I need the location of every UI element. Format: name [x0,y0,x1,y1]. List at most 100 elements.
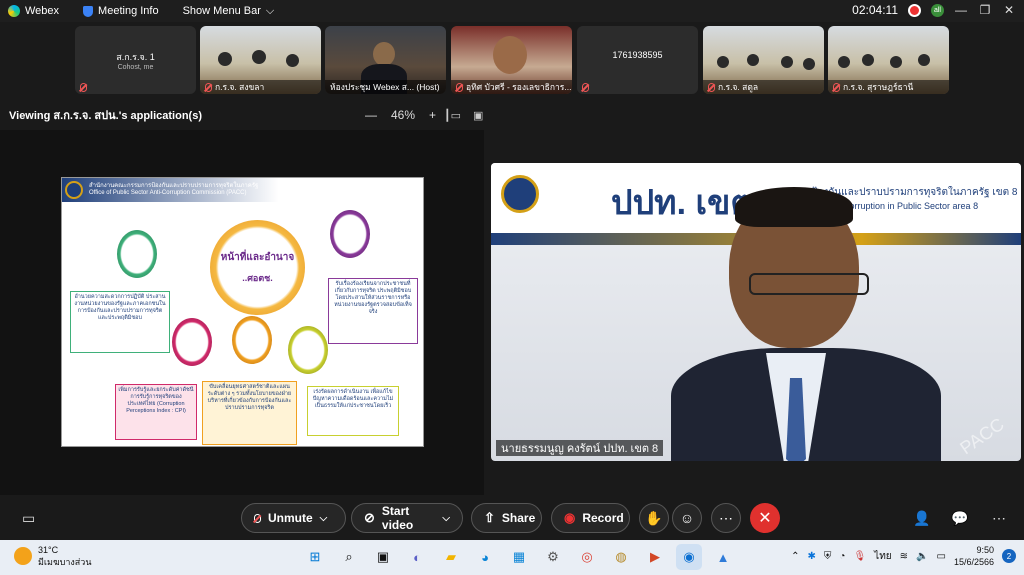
text-box-cpi: เพิ่มการรับรู้และยกระดับค่าดัชนีการรับรู… [115,384,197,440]
participant-tile[interactable]: ส.ก.ร.จ. 1 Cohost, me [75,26,196,94]
muted-mic-icon [708,82,715,92]
seal-app-icon[interactable]: ◍ [608,544,634,570]
bluetooth-icon[interactable]: ✱ [808,551,816,562]
close-window-button[interactable]: ✕ [1002,3,1016,17]
meeting-timer: 02:04:11 [852,3,898,17]
more-panels-icon[interactable]: ⋯ [992,510,1006,527]
muted-mic-icon [833,82,840,92]
slide-header: สำนักงานคณะกรรมการป้องกันและปราบปรามการท… [62,178,423,202]
language-indicator[interactable]: ไทย [874,549,891,564]
reactions-button[interactable]: ☺ [672,503,702,533]
audio-connection-icon[interactable]: all [931,3,944,17]
participant-name: ห้องประชุม Webex ส... (Host) [330,82,440,92]
weather-widget[interactable]: 31°C มีเมฆบางส่วน [14,544,91,568]
center-circle: หน้าที่และอำนาจ ..ศอตช. [210,220,305,315]
unmute-button[interactable]: Unmute ⌵ [241,503,346,533]
chevron-down-icon[interactable]: ⌵ [442,513,450,524]
participant-tile[interactable]: อุทิศ บัวศรี - รองเลขาธิการ... [451,26,572,94]
muted-mic-icon [80,82,87,92]
edge-icon[interactable]: ◕ [472,544,498,570]
share-screen-icon: ⇧ [484,510,495,525]
speaker-glasses [749,273,869,295]
store-icon[interactable]: ▦ [506,544,532,570]
pop-out-icon[interactable]: ▣ [473,109,483,122]
record-button[interactable]: ◉ Record [551,503,630,533]
more-options-button[interactable]: ⋯ [711,503,741,533]
decor-circle [330,210,370,258]
chat-icon[interactable]: 💬 [951,510,968,527]
windows-taskbar: 31°C มีเมฆบางส่วน ⊞ ⌕ ▣ ◐ ▰ ◕ ▦ ⚙ ◎ ◍ ▶ … [0,540,1024,575]
notification-badge[interactable]: 2 [1002,549,1016,563]
more-icon: ⋯ [719,509,733,526]
participants-icon[interactable]: 👤 [913,510,930,527]
chevron-down-icon[interactable]: ⌵ [320,513,328,524]
pacc-seal-icon [501,175,539,213]
captions-icon[interactable]: ▭ [22,510,35,527]
text-box-left: อำนวยความสะดวกการปฏิบัติ ประสานงานหน่วยง… [70,291,170,353]
center-title: หน้าที่และอำนาจ [220,252,295,263]
mic-muted-tray-icon[interactable]: 🎙 [853,551,866,562]
powerpoint-icon[interactable]: ▶ [642,544,668,570]
speaker-name: นายธรรมนูญ คงรัตน์ ปปท. เขต 8 [496,440,664,456]
settings-gear-icon[interactable]: ⚙ [540,544,566,570]
clock[interactable]: 9:50 15/6/2566 [954,544,994,568]
restore-button[interactable]: ❐ [978,3,992,17]
start-video-button[interactable]: ⊘ Start video ⌵ [351,503,463,533]
text-box-policy: ขับเคลื่อนยุทธศาสตร์ชาติและแผนระดับต่าง … [202,381,297,445]
chevron-up-icon[interactable]: ⌃ [791,551,799,562]
watermark: PACC [956,413,1009,459]
fit-to-window-icon[interactable]: ┃▭ [444,109,461,122]
clock-date: 15/6/2566 [953,557,994,567]
task-view-icon[interactable]: ▣ [370,544,396,570]
file-explorer-icon[interactable]: ▰ [438,544,464,570]
participant-tile[interactable]: ก.ร.จ. สุราษฎร์ธานี [828,26,949,94]
share-label: Share [501,511,536,525]
system-tray: ⌃ ✱ ⛨ ◔ 🎙 ไทย ≋ 🔈 ▭ 9:50 15/6/2566 2 [791,544,1016,568]
meeting-info-label: Meeting Info [98,5,159,17]
webex-app[interactable]: Webex [8,5,59,17]
partly-cloudy-icon [14,547,32,565]
share-button[interactable]: ⇧ Share [471,503,542,533]
show-menu-bar-button[interactable]: Show Menu Bar ⌵ [183,5,275,18]
zoom-out-button[interactable]: — [365,108,377,122]
meeting-info-button[interactable]: Meeting Info [83,5,159,17]
participant-tile[interactable]: ก.ร.จ. สงขลา [200,26,321,94]
participant-tile[interactable]: ก.ร.จ. สตูล [703,26,824,94]
wifi-tray-icon[interactable]: ◔ [839,551,845,562]
chrome-icon[interactable]: ◎ [574,544,600,570]
participant-title: 1761938595 [612,50,663,60]
muted-mic-icon [582,82,589,92]
clock-time: 9:50 [976,545,994,555]
shared-slide: สำนักงานคณะกรรมการป้องกันและปราบปรามการท… [61,177,424,447]
pacc-logo-icon [65,181,83,199]
raise-hand-button[interactable]: ✋ [639,503,669,533]
participant-title: ส.ก.ร.จ. 1 [116,52,155,62]
zoom-in-button[interactable]: + [429,108,436,122]
chevron-down-icon: ⌵ [265,4,275,17]
end-call-button[interactable]: ✕ [750,503,780,533]
record-icon: ◉ [564,510,576,525]
minimize-button[interactable]: — [954,3,968,17]
network-icon[interactable]: ≋ [900,551,908,562]
volume-icon[interactable]: 🔈 [916,551,928,562]
hand-icon: ✋ [645,509,663,526]
participant-tile[interactable]: 1761938595 [577,26,698,94]
temperature: 31°C [38,545,59,555]
photos-icon[interactable]: ▲ [710,544,736,570]
participant-tile[interactable]: ห้องประชุม Webex ส... (Host) [325,26,446,94]
start-icon[interactable]: ⊞ [302,544,328,570]
participant-name: ก.ร.จ. สงขลา [215,82,265,92]
battery-icon[interactable]: ▭ [937,551,946,562]
meeting-controls: ▭ Unmute ⌵ ⊘ Start video ⌵ ⇧ Share ◉ Rec… [0,503,1024,533]
teams-chat-icon[interactable]: ◐ [404,544,430,570]
participant-subtitle: Cohost, me [117,64,154,71]
recording-indicator-icon [908,3,921,17]
participant-strip: ส.ก.ร.จ. 1 Cohost, me ก.ร.จ. สงขลา ห้องป… [0,26,1024,94]
security-icon[interactable]: ⛨ [824,551,832,562]
active-speaker-video[interactable]: ปปท. เขต 8 ป้องกันและปราบปรามการทุจริตใน… [491,163,1021,461]
record-label: Record [582,511,624,525]
unmute-label: Unmute [268,511,313,525]
center-subtitle: ..ศอตช. [242,273,273,283]
webex-taskbar-icon[interactable]: ◉ [676,544,702,570]
search-icon[interactable]: ⌕ [336,544,362,570]
